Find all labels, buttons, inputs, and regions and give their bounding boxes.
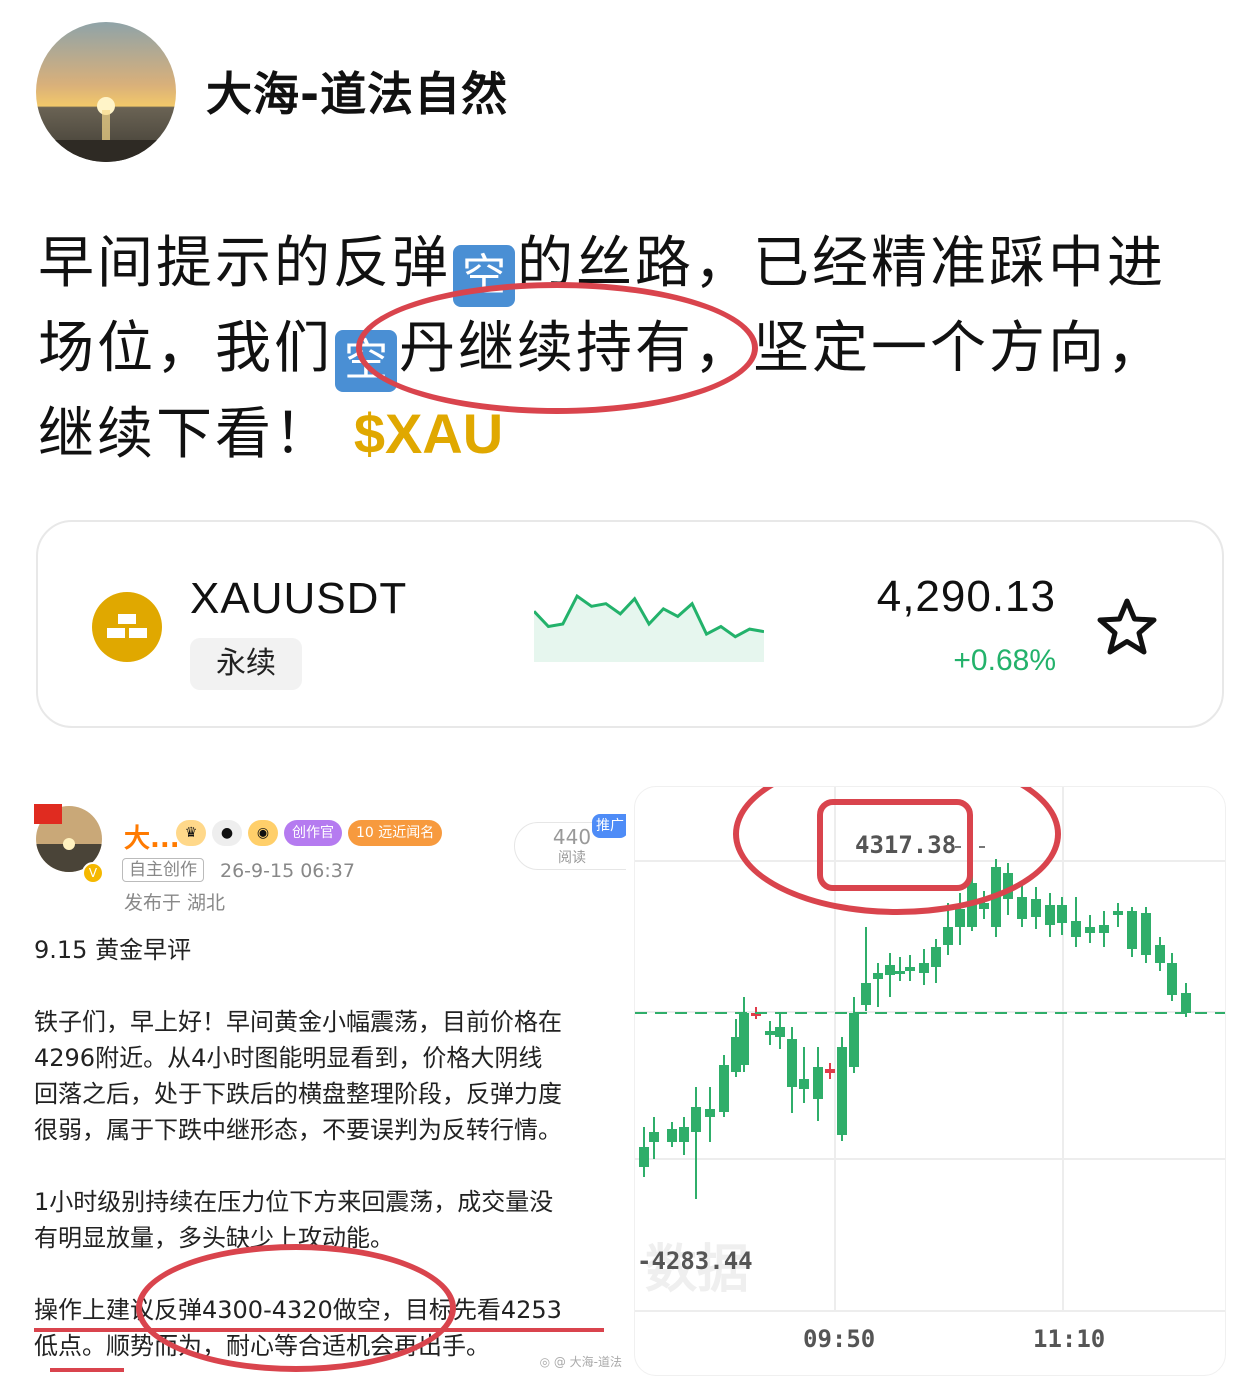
crown-badge-icon: ♛ — [176, 820, 206, 846]
embedded-author-name: 大... — [124, 824, 180, 854]
price-change-percent: +0.68% — [953, 644, 1056, 677]
candle-body — [895, 971, 905, 974]
last-price: 4,290.13 — [876, 572, 1056, 621]
sparkline-area — [534, 596, 764, 662]
candle-body — [719, 1065, 729, 1112]
candle-body — [943, 927, 953, 945]
candle-body — [679, 1127, 689, 1142]
sunset-avatar-image — [36, 22, 176, 162]
post-timestamp: 26-9-15 06:37 — [220, 860, 355, 882]
candle-body — [787, 1039, 797, 1087]
star-outline-icon[interactable] — [1096, 596, 1158, 658]
candle-body — [837, 1047, 847, 1135]
candle-body — [765, 1031, 775, 1035]
candle-body — [919, 963, 929, 973]
candle-body — [885, 965, 895, 975]
candle-body — [775, 1027, 785, 1037]
article-line: 4296附近。从4小时图能明显看到，价格大阴线 — [34, 1044, 543, 1072]
candle-body — [1071, 921, 1081, 937]
candle-body — [1099, 925, 1109, 933]
original-content-tag: 自主创作 — [122, 858, 204, 882]
short-emoji-icon: 空 — [453, 245, 515, 307]
watermark: ◎ @ 大海-道法 — [539, 1355, 622, 1369]
article-line: 1小时级别持续在压力位下方来回震荡，成交量没 — [34, 1188, 554, 1216]
gold-bars-icon — [92, 592, 162, 662]
candle-body — [967, 883, 977, 927]
candle-body — [849, 1013, 859, 1067]
creator-badge: 创作官 — [284, 820, 342, 846]
candlestick-chart-panel: 数据 4317.38 -4283.44 09:50 11:10 — [634, 786, 1226, 1376]
article-line: 操作上建议反弹4300-4320做空，目标先看4253 — [34, 1296, 562, 1324]
embedded-badge-row: ♛ ● ◉ 创作官 10 远近闻名 — [176, 820, 443, 846]
article-line: 回落之后，处于下跌后的横盘整理阶段，反弹力度 — [34, 1080, 562, 1108]
price-sparkline — [534, 593, 764, 662]
flag-icon — [34, 804, 62, 824]
candle-body — [1113, 911, 1123, 915]
article-title: 9.15 黄金早评 — [34, 936, 192, 964]
annotation-underline — [50, 1368, 124, 1372]
article-line: 铁子们，早上好！早间黄金小幅震荡，目前价格在 — [34, 1008, 562, 1036]
high-price-label: 4317.38 — [855, 831, 957, 859]
candle-body — [1141, 913, 1151, 955]
candle-body — [813, 1067, 823, 1099]
candle-body — [1057, 905, 1067, 923]
post-body: 早间提示的反弹空的丝路，已经精准踩中进 场位，我们空丹继续持有，坚定一个方向， … — [38, 222, 1228, 477]
candle-body — [705, 1109, 715, 1117]
promo-badge: 推广 — [592, 814, 626, 838]
time-axis-label: 09:50 — [803, 1325, 876, 1353]
candle-body — [739, 1013, 749, 1065]
ticker-symbol: XAUUSDT — [190, 574, 408, 623]
post-text-segment: 继续下看！ — [38, 402, 333, 467]
post-text-segment: 早间提示的反弹 — [38, 231, 451, 296]
candle-body — [1085, 927, 1095, 933]
author-avatar[interactable] — [36, 22, 176, 162]
ticker-card[interactable]: XAUUSDT 永续 4,290.13 +0.68% — [36, 520, 1224, 728]
candle-body — [667, 1129, 677, 1142]
candle-body — [1181, 993, 1191, 1013]
candle-body — [931, 947, 941, 967]
candle-body — [873, 973, 883, 979]
candle-body — [1045, 905, 1055, 925]
candle-body — [691, 1107, 701, 1132]
fame-badge: 10 远近闻名 — [348, 820, 443, 846]
candle-body — [799, 1079, 809, 1089]
read-label: 阅读 — [558, 850, 586, 866]
article-line: 有明显放量，多头缺少上攻动能。 — [34, 1224, 394, 1252]
post-text-segment: 场位，我们 — [38, 316, 333, 381]
low-price-label: -4283.44 — [637, 1247, 753, 1275]
ticker-hashtag-link[interactable]: $XAU — [354, 402, 503, 465]
fame-level: 10 — [356, 825, 374, 841]
fame-label: 远近闻名 — [378, 825, 435, 841]
author-name[interactable]: 大海-道法自然 — [206, 58, 508, 124]
candle-body — [955, 909, 965, 927]
post-text-segment: 丹继续持有，坚定一个方向， — [399, 316, 1166, 381]
time-axis-label: 11:10 — [1033, 1325, 1106, 1353]
candle-body — [861, 983, 871, 1005]
article-line: 低点。顺势而为，耐心等合适机会再出手。 — [34, 1332, 490, 1360]
short-emoji-icon: 空 — [335, 330, 397, 392]
panda-badge-icon: ● — [212, 820, 242, 846]
fish-badge-icon: ◉ — [248, 820, 278, 846]
article-line: 很弱，属于下跌中继形态，不要误判为反转行情。 — [34, 1116, 562, 1144]
candle-body — [1155, 945, 1165, 963]
candle-body — [905, 967, 915, 971]
annotation-underline — [34, 1328, 604, 1332]
candle-body — [979, 903, 989, 909]
candle-body — [1167, 963, 1177, 995]
candle-body — [649, 1132, 659, 1142]
contract-type-badge: 永续 — [190, 638, 302, 690]
candle-body — [1127, 911, 1137, 949]
embedded-post-screenshot: V 大... ♛ ● ◉ 创作官 10 远近闻名 440 阅读 推广 自主创作 … — [34, 786, 626, 1376]
verified-icon: V — [82, 862, 104, 884]
candle-body — [825, 1069, 835, 1073]
post-location: 发布于 湖北 — [124, 892, 226, 914]
candle-body — [1003, 873, 1013, 899]
candle-body — [639, 1147, 649, 1167]
candle-body — [1017, 897, 1027, 919]
candle-body — [991, 867, 1001, 927]
post-text-segment: 的丝路，已经精准踩中进 — [517, 231, 1166, 296]
candle-body — [1031, 899, 1041, 917]
